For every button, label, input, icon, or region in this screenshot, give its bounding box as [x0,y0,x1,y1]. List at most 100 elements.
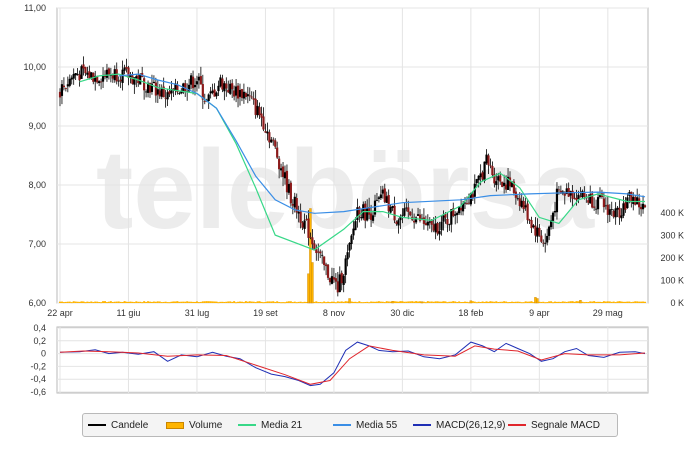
legend-item[interactable]: Media 55 [333,414,397,436]
legend-item[interactable]: Candele [88,414,148,436]
candle [82,56,85,76]
volume-bar [121,302,124,304]
volume-bar [512,301,515,303]
candle [328,277,332,286]
volume-bar [368,302,371,304]
legend-label: Segnale MACD [531,419,600,431]
volume-bar [536,298,539,304]
candle [342,273,345,293]
volume-bar [530,301,533,303]
volume-bar [145,301,148,303]
legend-item[interactable]: Segnale MACD [508,414,600,436]
watermark: telebörsa [96,127,595,252]
volume-bar [510,301,513,303]
volume-bar [460,302,463,304]
volume-bar [266,301,269,303]
legend-item[interactable]: Media 21 [238,414,302,436]
volume-bar [452,301,455,303]
volume-bar [587,302,590,304]
volume-bar [186,301,189,303]
candle [101,67,105,88]
candle [262,107,265,132]
candle [624,197,627,213]
volume-bar [278,302,281,304]
candle [213,83,216,97]
volume-bar [491,301,494,303]
candle [72,68,75,85]
volume-bar [166,302,169,304]
legend-swatch [166,421,184,429]
volume-bar [76,301,79,303]
candle [618,200,621,225]
volume-bar [575,301,578,303]
volume-bar [379,301,382,303]
volume-bar [225,301,228,303]
volume-bar [94,301,97,303]
volume-bar [640,301,643,303]
candle [189,73,193,90]
candle [158,84,161,100]
volume-bar [436,301,439,303]
volume-bar [135,301,138,303]
volume-bar [397,301,400,303]
volume-bar [272,301,275,303]
macd-tick-label: -0,6 [30,387,46,397]
volume-bar [432,301,435,303]
volume-bar [170,301,173,303]
legend-label: Volume [189,419,223,431]
volume-bar [209,301,212,303]
volume-bar [409,301,412,303]
volume-bar [139,301,142,303]
candle [252,91,255,105]
volume-bar [321,302,324,304]
candle [143,75,146,100]
volume-tick-label: 400 K [660,208,684,218]
volume-bar [115,301,118,303]
volume-bar [109,301,112,303]
volume-bar [327,301,330,303]
volume-bar [162,301,165,303]
volume-bar [458,301,461,303]
candle [199,66,202,85]
volume-bar [548,301,551,303]
volume-bar [599,301,601,303]
volume-bar [405,301,408,303]
candle [160,84,163,100]
volume-bar [131,301,134,303]
volume-bar [235,302,238,304]
macd-tick-label: -0,2 [30,361,46,371]
volume-tick-label: 200 K [660,253,684,263]
volume-bar [303,301,306,303]
volume-bar [152,301,155,303]
volume-bar [520,302,523,304]
candle [260,106,263,127]
volume-bar [313,301,316,303]
volume-bar [264,302,267,304]
candle [323,256,326,271]
volume-bar [158,301,161,303]
candle [242,83,246,104]
volume-bar [213,301,216,303]
legend-item[interactable]: MACD(26,12,9) [413,414,505,436]
candle [156,80,159,104]
volume-bar [567,301,570,303]
volume-bar [534,297,537,304]
volume-bar [507,302,510,304]
volume-bar [119,301,122,303]
volume-bar [632,301,635,303]
volume-bar [522,302,525,304]
candle [643,204,647,208]
volume-bar [317,302,320,304]
volume-bar [195,301,198,303]
candle [233,85,236,101]
candle [86,66,89,79]
volume-bar [407,301,410,303]
candle [616,206,619,218]
volume-bar [293,301,296,303]
macd-tick-label: 0 [41,349,46,359]
legend-swatch [238,424,256,426]
volume-bar [483,301,486,303]
legend-item[interactable]: Volume [166,414,222,436]
volume-bar [565,301,568,303]
volume-bar [154,301,157,303]
